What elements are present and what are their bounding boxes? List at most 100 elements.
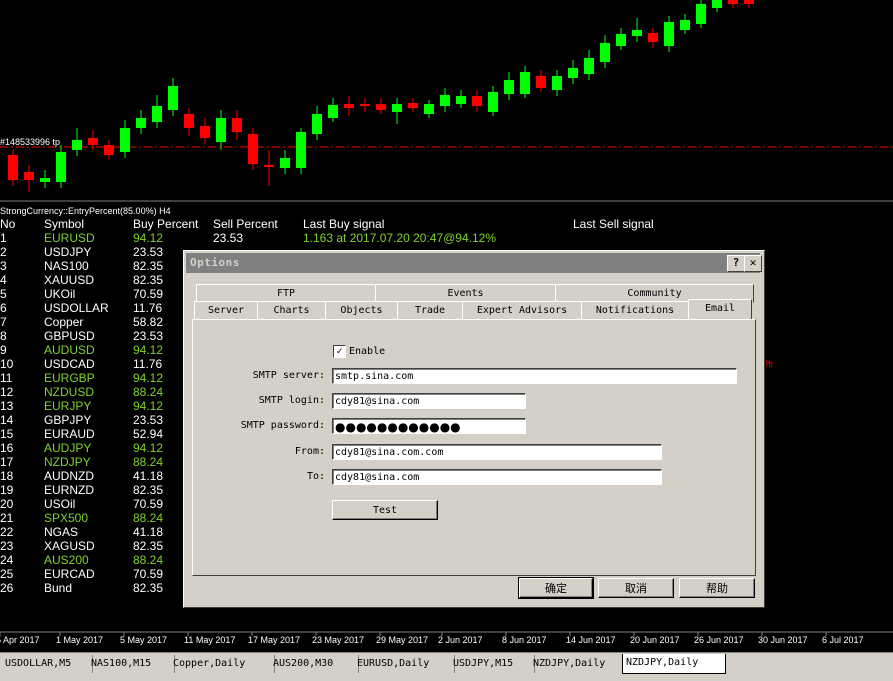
table-row: 13 EURJPY 94.12	[0, 399, 200, 413]
tab-trade[interactable]: Trade	[397, 301, 463, 320]
cancel-button[interactable]: 取消	[598, 578, 674, 598]
table-row: 19 EURNZD 82.35	[0, 483, 200, 497]
row-symbol: EURUSD	[44, 231, 95, 245]
bull-candle	[168, 86, 178, 110]
ok-button[interactable]: 确定	[518, 577, 594, 599]
tab-email[interactable]: Email	[688, 299, 752, 319]
row-symbol: EURAUD	[44, 427, 95, 441]
tp-price-label: #148533996 tp	[0, 137, 61, 147]
bear-candle	[344, 104, 354, 108]
bear-candle	[24, 172, 34, 180]
table-row: 2 USDJPY 23.53	[0, 245, 200, 259]
tab-expert-advisors[interactable]: Expert Advisors	[462, 301, 582, 320]
row-number: 24	[0, 553, 14, 567]
row-symbol: EURCAD	[44, 567, 95, 581]
row-symbol: AUS200	[44, 553, 89, 567]
row-buy-percent: 82.35	[133, 539, 164, 553]
chart-tab[interactable]: NZDJPY,Daily	[530, 655, 627, 673]
table-row: 26 Bund 82.35	[0, 581, 200, 595]
row-symbol: AUDUSD	[44, 343, 95, 357]
date-tick-label: 6 Jul 2017	[822, 635, 864, 645]
bull-candle	[424, 104, 434, 114]
smtp-server-field[interactable]: smtp.sina.com	[332, 368, 737, 384]
bear-candle	[248, 134, 258, 164]
row-symbol: NAS100	[44, 259, 89, 273]
row-buy-percent: 82.35	[133, 581, 164, 595]
row-buy-percent: 41.18	[133, 525, 164, 539]
row-buy-percent: 94.12	[133, 231, 164, 245]
row-number: 26	[0, 581, 14, 595]
date-tick-label: 26 Jun 2017	[694, 635, 744, 645]
chart-tab[interactable]: USDOLLAR,M5	[2, 655, 93, 673]
enable-checkbox[interactable]: ✓	[333, 345, 346, 358]
row-buy-percent: 58.82	[133, 315, 164, 329]
header-last-sell: Last Sell signal	[573, 217, 654, 231]
dialog-titlebar[interactable]: Options ? ✕	[186, 253, 762, 273]
row-number: 6	[0, 301, 7, 315]
bull-candle	[296, 132, 306, 168]
help-title-button[interactable]: ?	[727, 255, 745, 272]
row-symbol: NZDUSD	[44, 385, 94, 399]
row-buy-percent: 11.76	[133, 357, 163, 371]
date-tick-label: 5 May 2017	[120, 635, 168, 645]
smtp-password-field[interactable]: ●●●●●●●●●●●●	[332, 418, 526, 434]
bear-candle	[104, 145, 114, 155]
row-buy-percent: 94.12	[133, 343, 164, 357]
table-row: 12 NZDUSD 88.24	[0, 385, 200, 399]
email-panel: ✓ Enable SMTP server: smtp.sina.com SMTP…	[192, 319, 756, 576]
chart-tab[interactable]: NAS100,M15	[88, 655, 175, 673]
bull-candle	[600, 43, 610, 62]
table-row: 16 AUDJPY 94.12	[0, 441, 200, 455]
tab-charts[interactable]: Charts	[257, 301, 326, 320]
bull-candle	[712, 0, 722, 8]
table-row: 21 SPX500 88.24	[0, 511, 200, 525]
row-number: 11	[0, 371, 13, 385]
chart-tab[interactable]: Copper,Daily	[170, 655, 275, 673]
table-row: 6 USDOLLAR 11.76	[0, 301, 200, 315]
row-symbol: EURGBP	[44, 371, 95, 385]
close-icon[interactable]: ✕	[744, 255, 762, 272]
header-buy-percent: Buy Percent	[133, 217, 199, 231]
row-number: 4	[0, 273, 7, 287]
help-button[interactable]: 帮助	[679, 578, 755, 598]
row-number: 1	[0, 231, 7, 245]
table-row: 7 Copper 58.82	[0, 315, 200, 329]
bear-candle	[232, 118, 242, 132]
chart-tab[interactable]: AUS200,M30	[270, 655, 359, 673]
bear-candle	[184, 114, 194, 128]
row-symbol: USDCAD	[44, 357, 95, 371]
row-buy-percent: 94.12	[133, 441, 164, 455]
from-label: From:	[294, 446, 325, 457]
row-buy-percent: 82.35	[133, 259, 164, 273]
row-buy-percent: 52.94	[133, 427, 164, 441]
row-number: 3	[0, 259, 7, 273]
bull-candle	[616, 34, 626, 46]
test-button[interactable]: Test	[332, 500, 438, 520]
chart-tab[interactable]: USDJPY,M15	[450, 655, 535, 673]
row-number: 22	[0, 525, 14, 539]
row-buy-percent: 82.35	[133, 273, 164, 287]
row-symbol: NZDJPY	[44, 455, 91, 469]
from-field[interactable]: cdy81@sina.com.com	[332, 444, 662, 460]
tab-objects[interactable]: Objects	[325, 301, 398, 320]
row-buy-percent: 88.24	[133, 385, 164, 399]
chart-tab-bar: USDOLLAR,M5 NAS100,M15 Copper,Daily AUS200,…	[0, 652, 893, 681]
tab-server[interactable]: Server	[194, 301, 258, 320]
table-row: 11 EURGBP 94.12	[0, 371, 200, 385]
bull-candle	[520, 72, 530, 94]
row-number: 19	[0, 483, 14, 497]
tab-notifications[interactable]: Notifications	[581, 301, 689, 320]
date-tick-label: 14 Jun 2017	[566, 635, 616, 645]
row-buy-percent: 94.12	[133, 371, 164, 385]
to-label: To:	[306, 471, 325, 482]
smtp-login-field[interactable]: cdy81@sina.com	[332, 393, 526, 409]
bull-candle	[632, 30, 642, 36]
chart-tab[interactable]: NZDJPY,Daily	[622, 654, 726, 674]
bull-candle	[392, 104, 402, 112]
to-field[interactable]: cdy81@sina.com	[332, 469, 662, 485]
row-number: 18	[0, 469, 14, 483]
chart-tab[interactable]: EURUSD,Daily	[354, 655, 455, 673]
row-buy-percent: 94.12	[133, 399, 164, 413]
bull-candle	[440, 95, 450, 106]
bull-candle	[680, 20, 690, 30]
